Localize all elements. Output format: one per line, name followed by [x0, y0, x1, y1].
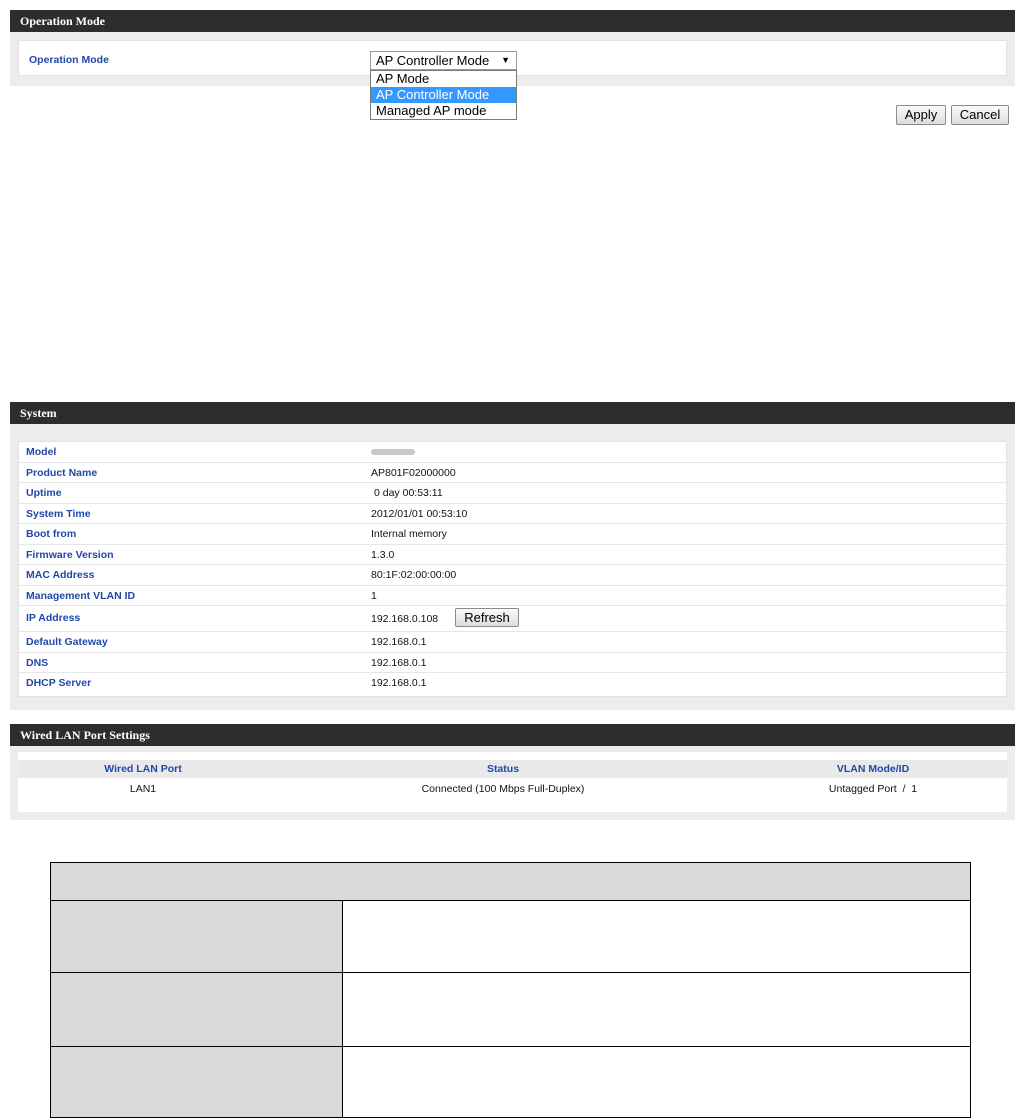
- table-row: System Time 2012/01/01 00:53:10: [19, 504, 1006, 524]
- col-wired-lan-port: Wired LAN Port: [104, 763, 182, 775]
- dns-value: 192.168.0.1: [371, 656, 427, 669]
- option-managed-ap-mode[interactable]: Managed AP mode: [371, 103, 516, 119]
- wired-table-header: Wired LAN Port Status VLAN Mode/ID: [18, 760, 1007, 778]
- table-row: [51, 1047, 970, 1117]
- table-row: Uptime 0 day 00:53:11: [19, 483, 1006, 504]
- table-row: Management VLAN ID 1: [19, 586, 1006, 606]
- model-label: Model: [26, 446, 57, 458]
- description-table: [50, 862, 971, 1118]
- table-row: Firmware Version 1.3.0: [19, 545, 1006, 565]
- option-ap-mode[interactable]: AP Mode: [371, 71, 516, 87]
- description-cell-label: [51, 973, 343, 1046]
- operation-mode-select[interactable]: AP Controller Mode ▼: [370, 51, 517, 70]
- dhcp-server-label: DHCP Server: [26, 677, 92, 689]
- ip-address-label: IP Address: [26, 612, 81, 624]
- boot-from-label: Boot from: [26, 528, 77, 540]
- firmware-version-value: 1.3.0: [371, 548, 395, 561]
- system-time-label: System Time: [26, 507, 91, 520]
- boot-from-value: Internal memory: [371, 528, 447, 540]
- operation-mode-dropdown: AP Mode AP Controller Mode Managed AP mo…: [370, 70, 517, 120]
- management-vlan-id-value: 1: [371, 589, 377, 602]
- table-row: Default Gateway 192.168.0.1: [19, 632, 1006, 653]
- system-table: Model Product Name AP801F02000000 Uptime…: [18, 441, 1007, 697]
- description-cell-label: [51, 1047, 343, 1117]
- dns-label: DNS: [26, 656, 49, 669]
- refresh-button[interactable]: Refresh: [455, 608, 519, 627]
- table-row: Boot from Internal memory: [19, 524, 1006, 545]
- uptime-label: Uptime: [26, 487, 62, 499]
- table-row: DHCP Server 192.168.0.1: [19, 673, 1006, 694]
- apply-button[interactable]: Apply: [896, 105, 946, 125]
- ip-address-value: 192.168.0.108: [371, 613, 439, 625]
- table-row: Model: [19, 442, 1006, 463]
- table-row: IP Address 192.168.0.108 Refresh: [19, 606, 1006, 632]
- system-time-value: 2012/01/01 00:53:10: [371, 507, 468, 520]
- wired-port-value: LAN1: [129, 783, 157, 795]
- option-ap-controller-mode[interactable]: AP Controller Mode: [371, 87, 516, 103]
- col-status: Status: [486, 763, 520, 775]
- wired-lan-header: Wired LAN Port Settings: [10, 724, 1015, 746]
- product-name-label: Product Name: [26, 466, 98, 479]
- model-value: [371, 446, 415, 458]
- cancel-button[interactable]: Cancel: [951, 105, 1009, 125]
- wired-status-value: Connected (100 Mbps Full-Duplex): [421, 783, 585, 795]
- chevron-down-icon: ▼: [501, 55, 510, 65]
- wired-vlan-value: Untagged Port / 1: [828, 783, 918, 795]
- mac-address-value: 80:1F:02:00:00:00: [371, 569, 457, 581]
- firmware-version-label: Firmware Version: [26, 548, 114, 561]
- col-vlan-mode-id: VLAN Mode/ID: [836, 763, 910, 775]
- uptime-value: 0 day 00:53:11: [374, 487, 443, 499]
- table-row: Product Name AP801F02000000: [19, 463, 1006, 483]
- table-row: MAC Address 80:1F:02:00:00:00: [19, 565, 1006, 586]
- description-cell-label: [51, 901, 343, 972]
- wired-lan-panel: Wired LAN Port Status VLAN Mode/ID LAN1 …: [10, 746, 1015, 820]
- dhcp-server-value: 192.168.0.1: [371, 677, 427, 689]
- product-name-value: AP801F02000000: [371, 466, 456, 479]
- table-row: [51, 901, 970, 973]
- table-row: DNS 192.168.0.1: [19, 653, 1006, 673]
- system-header: System: [10, 402, 1015, 424]
- system-panel: Model Product Name AP801F02000000 Uptime…: [10, 424, 1015, 710]
- default-gateway-label: Default Gateway: [26, 636, 108, 648]
- operation-mode-selected-value: AP Controller Mode: [376, 53, 490, 68]
- default-gateway-value: 192.168.0.1: [371, 636, 427, 648]
- operation-mode-header: Operation Mode: [10, 10, 1015, 32]
- table-row: LAN1 Connected (100 Mbps Full-Duplex) Un…: [18, 780, 1007, 798]
- mac-address-label: MAC Address: [26, 569, 95, 581]
- description-table-header: [51, 863, 970, 901]
- operation-mode-label: Operation Mode: [29, 54, 109, 66]
- management-vlan-id-label: Management VLAN ID: [26, 589, 136, 602]
- table-row: [51, 973, 970, 1047]
